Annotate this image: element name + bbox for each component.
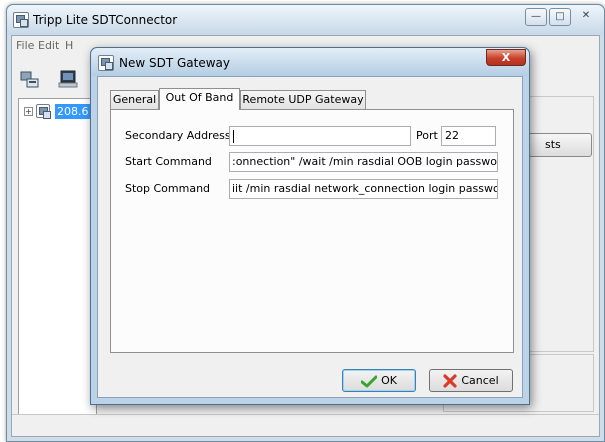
main-window-title: Tripp Lite SDTConnector [33, 13, 178, 27]
cancel-x-icon [443, 374, 457, 388]
stop-command-value: iit /min rasdial network_connection logi… [232, 182, 498, 195]
minimize-button[interactable]: — [525, 8, 547, 26]
dialog-client-area: General Out Of Band Remote UDP Gateway S… [97, 76, 523, 398]
text-caret [233, 129, 234, 143]
ok-button-label: OK [381, 374, 397, 387]
tab-general[interactable]: General [110, 90, 159, 109]
dialog-app-icon [98, 55, 114, 71]
main-close-button[interactable]: ✕ [573, 8, 599, 26]
ok-button[interactable]: OK [342, 369, 416, 392]
port-input[interactable]: 22 [441, 126, 496, 146]
gateway-node-icon [36, 104, 51, 119]
menu-help[interactable]: H [65, 39, 73, 52]
tree-expander[interactable]: + [24, 107, 33, 116]
tab-out-of-band[interactable]: Out Of Band [159, 88, 240, 110]
out-of-band-panel: Secondary Address Port 22 Start Command … [110, 109, 514, 353]
cancel-button[interactable]: Cancel [429, 369, 513, 392]
stop-command-label: Stop Command [125, 182, 211, 195]
port-value: 22 [445, 129, 459, 142]
tree-panel[interactable]: + 208.6 [18, 98, 97, 417]
tree-node-label[interactable]: 208.6 [55, 104, 91, 119]
dialog-titlebar[interactable]: New SDT Gateway X [91, 48, 529, 76]
main-right-button-label: sts [545, 138, 561, 151]
menu-edit[interactable]: Edit [38, 39, 59, 52]
start-command-label: Start Command [125, 155, 212, 168]
new-sdt-gateway-dialog: New SDT Gateway X General Out Of Band Re… [90, 47, 530, 405]
stop-command-input[interactable]: iit /min rasdial network_connection logi… [229, 179, 498, 199]
main-titlebar[interactable]: Tripp Lite SDTConnector — □ ✕ [7, 5, 604, 35]
dialog-close-button[interactable]: X [486, 49, 526, 66]
check-icon [361, 375, 378, 387]
cancel-button-label: Cancel [461, 374, 499, 387]
secondary-address-input[interactable] [229, 126, 411, 146]
gateway-icon[interactable] [20, 71, 40, 89]
dialog-title: New SDT Gateway [119, 56, 230, 70]
menu-file[interactable]: File [16, 39, 34, 52]
app-icon [13, 12, 29, 28]
tab-remote-udp-gateway[interactable]: Remote UDP Gateway [240, 90, 366, 109]
secondary-address-label: Secondary Address [125, 129, 231, 142]
status-bar [12, 414, 599, 436]
port-label: Port [416, 129, 438, 142]
computer-icon[interactable] [58, 70, 78, 88]
start-command-value: :onnection" /wait /min rasdial OOB login… [232, 155, 498, 168]
maximize-button[interactable]: □ [549, 8, 571, 26]
start-command-input[interactable]: :onnection" /wait /min rasdial OOB login… [229, 152, 498, 172]
